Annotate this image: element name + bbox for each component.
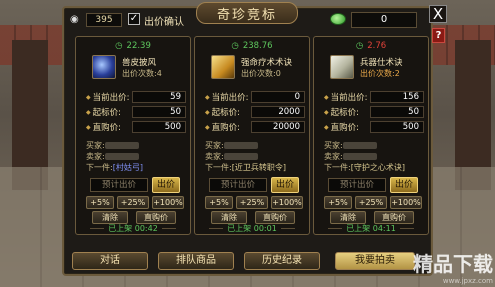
buyout-value: 500 xyxy=(370,121,424,133)
bid-count: 出价次数:0 xyxy=(241,69,281,78)
current-bid-value: 0 xyxy=(251,91,305,103)
clock-icon: ◷ xyxy=(355,41,364,51)
bid-input[interactable]: 预计出价 xyxy=(209,178,267,192)
next-item-line: 下一件:[村姑弓] xyxy=(86,163,143,172)
help-button[interactable]: ? xyxy=(432,28,445,43)
current-bid-value: 59 xyxy=(132,91,186,103)
start-bid-value: 2000 xyxy=(251,106,305,118)
bid-count: 出价次数:4 xyxy=(122,69,162,78)
plus-25-button[interactable]: +25% xyxy=(117,196,149,209)
watch-count: 395 xyxy=(86,13,122,27)
seller-line: 卖家: xyxy=(324,151,426,162)
start-bid-row: 起标价: 50 xyxy=(86,106,186,118)
seller-line: 卖家: xyxy=(205,151,307,162)
buyer-line: 买家: xyxy=(205,140,307,151)
listed-time: 已上架 00:42 xyxy=(76,223,190,234)
gold-book-icon[interactable] xyxy=(211,55,235,79)
next-item-link[interactable]: [近卫兵转职令] xyxy=(232,163,286,172)
currency-value: 0 xyxy=(351,12,417,28)
current-bid-row: 当前出价: 0 xyxy=(205,91,305,103)
plus-100-button[interactable]: +100% xyxy=(271,196,303,209)
site-watermark: 精品下载 www.jpxz.com xyxy=(413,252,493,285)
slot-timer: ◷ 22.39 xyxy=(115,41,151,51)
buyout-value: 20000 xyxy=(251,121,305,133)
start-bid-value: 50 xyxy=(370,106,424,118)
silver-book-icon[interactable] xyxy=(330,55,354,79)
eye-icon: ◉ xyxy=(70,14,79,25)
close-button[interactable]: X xyxy=(429,5,447,23)
tab-dialog[interactable]: 对话 xyxy=(72,252,148,270)
tab-queued-items[interactable]: 排队商品 xyxy=(158,252,234,270)
next-item-link[interactable]: [守护之心术诀] xyxy=(351,163,405,172)
hidden-name xyxy=(104,142,139,149)
hidden-name xyxy=(104,153,139,160)
listed-time: 已上架 00:01 xyxy=(195,223,309,234)
slot-timer: ◷ 2.76 xyxy=(355,41,387,51)
panel-title: 奇珍竞标 xyxy=(196,2,298,24)
auction-slot-2: ◷238.76 强命疗术术诀 出价次数:0 当前出价: 0 起标价: 2000 … xyxy=(194,36,310,235)
bid-input[interactable]: 预计出价 xyxy=(328,178,386,192)
plus-25-button[interactable]: +25% xyxy=(355,196,387,209)
seller-line: 卖家: xyxy=(86,151,188,162)
plus-100-button[interactable]: +100% xyxy=(152,196,184,209)
hidden-name xyxy=(342,153,377,160)
buyer-line: 买家: xyxy=(324,140,426,151)
buyout-row: 直购价: 500 xyxy=(86,121,186,133)
item-name: 兵器仕术诀 xyxy=(360,58,403,68)
plus-5-button[interactable]: +5% xyxy=(205,196,233,209)
next-item-line: 下一件:[近卫兵转职令] xyxy=(205,163,286,172)
hidden-name xyxy=(342,142,377,149)
plus-100-button[interactable]: +100% xyxy=(390,196,422,209)
currency-icon xyxy=(330,13,346,25)
clock-icon: ◷ xyxy=(115,41,123,51)
hidden-name xyxy=(223,153,258,160)
bid-button[interactable]: 出价 xyxy=(152,177,180,193)
buyer-line: 买家: xyxy=(86,140,188,151)
auction-slot-1: ◷22.39 兽皮披风 出价次数:4 当前出价: 59 起标价: 50 直购价:… xyxy=(75,36,191,235)
slot-timer: ◷ 238.76 xyxy=(231,41,273,51)
start-bid-row: 起标价: 50 xyxy=(324,106,424,118)
item-name: 兽皮披风 xyxy=(122,58,157,68)
bid-confirm-checkbox[interactable]: ✓ xyxy=(128,13,140,25)
next-item-line: 下一件:[守护之心术诀] xyxy=(324,163,405,172)
hidden-name xyxy=(223,142,258,149)
bid-count: 出价次数:2 xyxy=(360,69,400,78)
bid-button[interactable]: 出价 xyxy=(390,177,418,193)
bid-input[interactable]: 预计出价 xyxy=(90,178,148,192)
start-bid-row: 起标价: 2000 xyxy=(205,106,305,118)
start-bid-value: 50 xyxy=(132,106,186,118)
plus-5-button[interactable]: +5% xyxy=(86,196,114,209)
listed-time: 已上架 04:11 xyxy=(314,223,428,234)
tab-history[interactable]: 历史纪录 xyxy=(244,252,320,270)
current-bid-row: 当前出价: 156 xyxy=(324,91,424,103)
plus-25-button[interactable]: +25% xyxy=(236,196,268,209)
buyout-row: 直购价: 500 xyxy=(324,121,424,133)
clock-icon: ◷ xyxy=(231,41,239,51)
next-item-link[interactable]: [村姑弓] xyxy=(113,163,143,172)
buyout-row: 直购价: 20000 xyxy=(205,121,305,133)
item-name: 强命疗术术诀 xyxy=(241,58,293,68)
buyout-value: 500 xyxy=(132,121,186,133)
current-bid-row: 当前出价: 59 xyxy=(86,91,186,103)
blue-cloak-icon[interactable] xyxy=(92,55,116,79)
bid-confirm-label: 出价确认 xyxy=(144,17,184,28)
auction-slot-3: ◷2.76 兵器仕术诀 出价次数:2 当前出价: 156 起标价: 50 直购价… xyxy=(313,36,429,235)
current-bid-value: 156 xyxy=(370,91,424,103)
bid-button[interactable]: 出价 xyxy=(271,177,299,193)
plus-5-button[interactable]: +5% xyxy=(324,196,352,209)
